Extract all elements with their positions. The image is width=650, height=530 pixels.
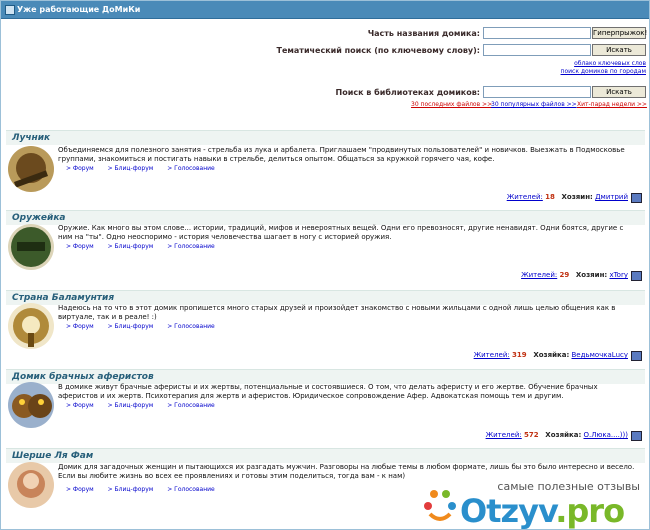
house-title[interactable]: Домик брачных аферистов (12, 372, 154, 382)
blitz-forum-link[interactable]: > Блиц-форум (108, 402, 154, 409)
owner-label: Хозяин: (575, 271, 608, 279)
vote-link[interactable]: > Голосование (167, 243, 214, 250)
residents-count: 18 (545, 193, 555, 201)
house-icon (5, 5, 15, 15)
house-title-bar: Оружейка (6, 210, 645, 225)
last-files-link[interactable]: 30 последних файлов >> (411, 101, 492, 108)
residents-label[interactable]: Жителей: (521, 271, 557, 279)
house-title[interactable]: Шерше Ля Фам (12, 451, 93, 461)
house-meta: Жителей: 319 Хозяйка: ВедьмочкаLucy (474, 351, 628, 359)
house-title-bar: Домик брачных аферистов (6, 369, 645, 384)
house-links: > Форум > Блиц-форум > Голосование (66, 243, 227, 250)
owner-link[interactable]: xTory (609, 271, 628, 279)
vote-link[interactable]: > Голосование (167, 402, 214, 409)
popular-files-link[interactable]: 30 популярных файлов >> (491, 101, 577, 108)
forum-link[interactable]: > Форум (66, 243, 94, 250)
residents-label[interactable]: Жителей: (474, 351, 510, 359)
forum-link[interactable]: > Форум (66, 165, 94, 172)
house-avatar[interactable] (8, 462, 54, 508)
vote-link[interactable]: > Голосование (167, 323, 214, 330)
blitz-forum-link[interactable]: > Блиц-форум (108, 323, 154, 330)
house-avatar[interactable] (8, 146, 54, 192)
name-search-label: Часть названия домика: (367, 29, 480, 38)
otzyv-watermark: самые полезные отзывы Otzyv.pro (420, 472, 648, 530)
residents-count: 29 (559, 271, 570, 279)
house-title[interactable]: Оружейка (12, 213, 66, 223)
otzyv-logo-text: Otzyv.pro (460, 492, 625, 530)
vote-link[interactable]: > Голосование (167, 486, 214, 493)
message-icon[interactable] (631, 193, 642, 203)
house-description: Объединяемся для полезного занятия - стр… (58, 146, 625, 163)
owner-label: Хозяин: (561, 193, 593, 201)
house-description: Надеюсь на то что в этот домик пропишетс… (58, 304, 616, 321)
message-icon[interactable] (631, 431, 642, 441)
library-search-input[interactable] (483, 86, 591, 98)
library-search-button[interactable]: Искать (592, 86, 646, 98)
house-description: В домике живут брачные аферисты и их жер… (58, 383, 598, 400)
forum-link[interactable]: > Форум (66, 402, 94, 409)
house-title-bar: Шерше Ля Фам (6, 448, 645, 463)
house-links: > Форум > Блиц-форум > Голосование (66, 486, 227, 493)
owner-link[interactable]: ВедьмочкаLucy (572, 351, 629, 359)
forum-link[interactable]: > Форум (66, 486, 94, 493)
house-title[interactable]: Страна Баламунтия (12, 293, 114, 303)
house-avatar[interactable] (8, 382, 54, 428)
owner-label: Хозяйка: (533, 351, 570, 359)
owner-label: Хозяйка: (545, 431, 582, 439)
residents-label[interactable]: Жителей: (486, 431, 522, 439)
house-title-bar: Лучник (6, 130, 645, 145)
house-links: > Форум > Блиц-форум > Голосование (66, 323, 227, 330)
theme-search-input[interactable] (483, 44, 591, 56)
house-links: > Форум > Блиц-форум > Голосование (66, 402, 227, 409)
house-title-bar: Страна Баламунтия (6, 290, 645, 305)
keyword-cloud-link[interactable]: облако ключевых слов (574, 60, 646, 67)
message-icon[interactable] (631, 351, 642, 361)
house-description: Оружие. Как много вы этом слове... истор… (58, 224, 624, 241)
house-title[interactable]: Лучник (12, 133, 50, 143)
library-search-label: Поиск в библиотеках домиков: (335, 88, 480, 97)
hit-parade-link[interactable]: Хит-парад недели >> (577, 101, 647, 108)
name-search-input[interactable] (483, 27, 591, 39)
otzyv-logo-icon (424, 490, 456, 521)
message-icon[interactable] (631, 271, 642, 281)
blitz-forum-link[interactable]: > Блиц-форум (108, 243, 154, 250)
vote-link[interactable]: > Голосование (167, 165, 214, 172)
residents-count: 319 (512, 351, 527, 359)
window-header: Уже работающие ДоМиКи (1, 1, 649, 19)
house-meta: Жителей: 29 Хозяин: xTory (521, 271, 628, 279)
house-meta: Жителей: 572 Хозяйка: О.Люка....))) (486, 431, 628, 439)
forum-link[interactable]: > Форум (66, 323, 94, 330)
page-title: Уже работающие ДоМиКи (17, 5, 141, 14)
owner-link[interactable]: Дмитрий (595, 193, 628, 201)
house-meta: Жителей: 18 Хозяин: Дмитрий (507, 193, 628, 201)
blitz-forum-link[interactable]: > Блиц-форум (108, 165, 154, 172)
residents-count: 572 (523, 431, 539, 439)
owner-link[interactable]: О.Люка....))) (583, 431, 628, 439)
blitz-forum-link[interactable]: > Блиц-форум (108, 486, 154, 493)
hyperjump-button[interactable]: Гиперпрыжок! (592, 27, 647, 39)
theme-search-label: Тематический поиск (по ключевому слову): (276, 46, 480, 55)
theme-search-button[interactable]: Искать (592, 44, 646, 56)
house-links: > Форум > Блиц-форум > Голосование (66, 165, 227, 172)
house-avatar[interactable] (8, 224, 54, 270)
city-search-link[interactable]: поиск домиков по городам (561, 68, 646, 75)
residents-label[interactable]: Жителей: (507, 193, 543, 201)
house-avatar[interactable] (8, 303, 54, 349)
